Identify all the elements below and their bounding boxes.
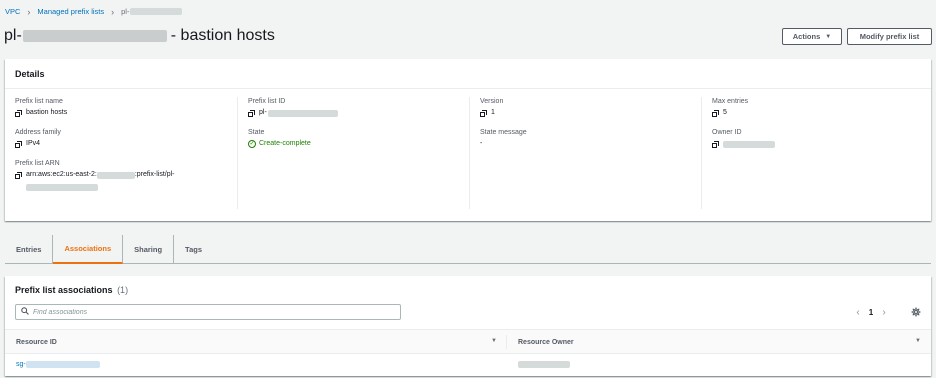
breadcrumb-managed-prefix-lists[interactable]: Managed prefix lists	[37, 7, 104, 16]
prefix-list-id-value: pl-	[259, 109, 267, 116]
redacted-text	[26, 183, 98, 191]
column-divider[interactable]	[506, 335, 507, 349]
prefix-list-id-label: Prefix list ID	[248, 98, 286, 105]
redacted-text	[518, 360, 570, 368]
breadcrumb-current: pl-	[121, 7, 183, 16]
search-box[interactable]	[15, 304, 401, 320]
chevron-left-icon[interactable]: ‹	[853, 307, 863, 318]
state-label: State	[248, 129, 265, 136]
tab-tags[interactable]: Tags	[174, 235, 213, 263]
chevron-right-icon[interactable]: ›	[879, 307, 889, 318]
caret-down-icon: ▼	[825, 33, 832, 40]
redacted-text	[130, 8, 183, 15]
prefix-list-arn-label: Prefix list ARN	[15, 160, 60, 167]
owner-id-label: Owner ID	[712, 129, 742, 136]
details-column-3: Version 1 State message -	[469, 97, 701, 209]
copy-icon[interactable]	[248, 109, 255, 117]
associations-count: (1)	[117, 285, 129, 295]
copy-icon[interactable]	[15, 140, 22, 148]
max-entries-label: Max entries	[712, 98, 749, 105]
chevron-right-icon: ›	[27, 6, 31, 17]
redacted-text	[267, 109, 338, 117]
breadcrumb-current-prefix: pl-	[121, 7, 130, 16]
tab-entries[interactable]: Entries	[5, 235, 54, 263]
page-title: pl- - bastion hosts	[4, 25, 275, 47]
sort-icon[interactable]: ▼	[915, 338, 921, 344]
copy-icon[interactable]	[712, 109, 719, 117]
resource-id-link[interactable]: sg-	[16, 361, 26, 368]
state-message-value: -	[480, 140, 483, 147]
prefix-list-arn-mid: :prefix-list/pl-	[134, 171, 175, 178]
tab-bar: Entries Associations Sharing Tags	[5, 235, 931, 264]
search-icon	[21, 307, 29, 317]
copy-icon[interactable]	[480, 109, 487, 117]
address-family-value: IPv4	[26, 140, 41, 147]
copy-icon[interactable]	[15, 171, 22, 179]
prefix-list-arn-start: arn:aws:ec2:us-east-2:	[26, 171, 97, 178]
table-header: Resource ID ▼ Resource Owner ▼	[5, 329, 931, 354]
address-family-label: Address family	[15, 129, 61, 136]
associations-panel: Prefix list associations (1) ‹ 1 › Resou…	[5, 276, 931, 376]
prefix-list-name-value: bastion hosts	[26, 109, 68, 116]
actions-button-label: Actions	[792, 32, 821, 41]
resource-id-cell[interactable]: sg-	[16, 354, 100, 374]
page-title-suffix: - bastion hosts	[170, 27, 275, 44]
modify-prefix-list-button[interactable]: Modify prefix list	[847, 28, 932, 45]
pagination: ‹ 1 ›	[853, 305, 889, 319]
actions-button[interactable]: Actions ▼	[782, 28, 842, 45]
details-column-2: Prefix list ID pl- State ✓ Create-complet…	[237, 97, 469, 209]
version-value: 1	[491, 109, 495, 116]
copy-icon[interactable]	[15, 109, 22, 117]
associations-heading: Prefix list associations (1)	[15, 285, 128, 295]
tab-sharing[interactable]: Sharing	[123, 235, 175, 263]
column-resource-id[interactable]: Resource ID	[16, 330, 57, 354]
prefix-list-name-label: Prefix list name	[15, 98, 63, 105]
redacted-text	[25, 360, 100, 368]
associations-title: Prefix list associations	[15, 285, 113, 295]
gear-icon[interactable]	[909, 305, 923, 319]
column-resource-owner[interactable]: Resource Owner	[518, 330, 574, 354]
details-column-1: Prefix list name bastion hosts Address f…	[5, 97, 237, 209]
breadcrumb-vpc[interactable]: VPC	[5, 7, 20, 16]
redacted-text	[723, 140, 775, 148]
details-heading: Details	[5, 59, 931, 89]
version-label: Version	[480, 98, 504, 105]
status-positive-icon: ✓	[248, 140, 256, 148]
details-panel: Details Prefix list name bastion hosts A…	[5, 59, 931, 221]
state-message-label: State message	[480, 129, 527, 136]
table-row: sg-	[5, 354, 931, 374]
resource-owner-cell	[518, 354, 570, 374]
redacted-text	[96, 171, 135, 179]
page-number[interactable]: 1	[863, 308, 879, 317]
redacted-text	[22, 30, 167, 42]
max-entries-value: 5	[723, 109, 727, 116]
search-input[interactable]	[33, 308, 393, 316]
state-value: Create-complete	[259, 140, 311, 147]
tab-associations[interactable]: Associations	[53, 235, 124, 264]
copy-icon[interactable]	[712, 140, 719, 148]
details-column-4: Max entries 5 Owner ID	[701, 97, 931, 209]
chevron-right-icon: ›	[111, 6, 115, 17]
sort-icon[interactable]: ▼	[491, 338, 497, 344]
page-title-prefix: pl-	[4, 27, 22, 44]
breadcrumb: VPC › Managed prefix lists › pl-	[5, 6, 183, 17]
